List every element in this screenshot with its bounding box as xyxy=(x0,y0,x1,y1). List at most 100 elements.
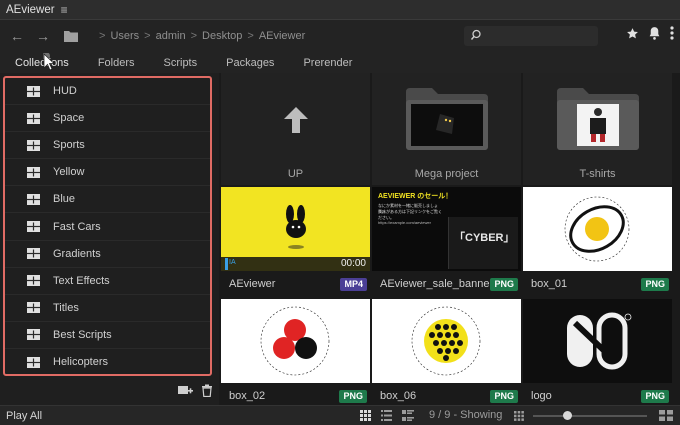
character-thumbnail-icon xyxy=(286,205,306,249)
tab-packages[interactable]: Packages xyxy=(226,57,274,69)
collection-item[interactable]: Blue xyxy=(5,186,210,214)
collection-label: Helicopters xyxy=(53,356,109,369)
asset-caption: box_02 PNG xyxy=(221,385,370,407)
grid-view-icon[interactable] xyxy=(360,410,371,421)
asset-card[interactable]: box_01 PNG xyxy=(523,187,672,297)
collection-item[interactable]: Sports xyxy=(5,132,210,160)
collection-label: Fast Cars xyxy=(53,220,101,233)
up-arrow-icon xyxy=(284,107,308,133)
asset-name: AEviewer xyxy=(229,278,276,290)
tab-prerender[interactable]: Prerender xyxy=(303,57,352,69)
video-thumbnail: IA 00:00 xyxy=(221,187,370,271)
collection-item[interactable]: Yellow xyxy=(5,159,210,187)
hamburger-menu-icon[interactable]: ≡ xyxy=(61,3,68,17)
breadcrumb-separator: > xyxy=(190,30,198,42)
breadcrumb-aeviewer[interactable]: AEviewer xyxy=(259,30,305,42)
tab-scripts[interactable]: Scripts xyxy=(164,57,198,69)
asset-caption: box_06 PNG xyxy=(372,385,521,407)
tab-folders[interactable]: Folders xyxy=(98,57,135,69)
navigation-bar: ← → > Users > admin > Desktop > AEviewer xyxy=(0,20,680,52)
back-icon[interactable]: ← xyxy=(6,25,28,47)
thumbnail-size-slider[interactable] xyxy=(533,411,647,420)
breadcrumb-admin[interactable]: admin xyxy=(156,30,186,42)
search-input[interactable] xyxy=(486,28,594,44)
collection-item[interactable]: Helicopters xyxy=(5,349,210,376)
collection-label: Titles xyxy=(53,301,79,314)
forward-icon[interactable]: → xyxy=(32,25,54,47)
asset-caption: AEviewer_sale_banner PNG xyxy=(372,273,521,295)
collection-folder-icon xyxy=(27,112,40,124)
breadcrumb-users[interactable]: Users xyxy=(110,30,139,42)
trash-icon[interactable] xyxy=(201,384,213,397)
play-all-button[interactable]: Play All xyxy=(6,410,42,422)
collection-item[interactable]: Titles xyxy=(5,295,210,322)
file-type-badge: PNG xyxy=(641,278,669,291)
folder-up-card[interactable]: UP xyxy=(221,73,370,185)
collection-folder-icon xyxy=(27,85,40,97)
folder-name: T-shirts xyxy=(579,168,616,180)
slider-knob[interactable] xyxy=(562,411,572,420)
app-title: AEviewer xyxy=(6,3,55,16)
asset-grid: UP Mega project T-shirts IA 00:00 AEview… xyxy=(220,73,680,405)
breadcrumb-separator: > xyxy=(99,30,106,42)
timeline-marker: IA xyxy=(229,259,236,266)
collections-sidebar: HUD Space Sports Yellow Blue Fast Cars G… xyxy=(0,73,219,405)
more-vertical-icon[interactable] xyxy=(670,26,674,40)
file-type-badge: MP4 xyxy=(340,278,367,291)
collection-item[interactable]: Gradients xyxy=(5,241,210,268)
small-thumbnails-icon[interactable] xyxy=(514,411,524,421)
folder-card[interactable]: Mega project xyxy=(372,73,521,185)
asset-card[interactable]: logo PNG xyxy=(523,299,672,405)
asset-name: box_01 xyxy=(531,278,568,290)
asset-caption: logo PNG xyxy=(523,385,672,407)
breadcrumb: > Users > admin > Desktop > AEviewer xyxy=(94,30,305,42)
star-icon[interactable] xyxy=(626,27,639,40)
collection-label: Blue xyxy=(53,193,76,206)
bell-icon[interactable] xyxy=(648,26,661,40)
status-bar: Play All 9 / 9 - Showing xyxy=(0,405,680,425)
large-thumbnails-icon[interactable] xyxy=(659,410,673,421)
video-duration: 00:00 xyxy=(340,258,366,269)
asset-card[interactable]: IA 00:00 AEviewer MP4 xyxy=(221,187,370,297)
add-collection-icon[interactable] xyxy=(178,384,193,397)
search-box[interactable] xyxy=(464,26,598,46)
asset-card[interactable]: box_06 PNG xyxy=(372,299,521,405)
collection-item[interactable]: HUD xyxy=(5,78,210,106)
asset-card[interactable]: box_02 PNG xyxy=(221,299,370,405)
image-thumbnail xyxy=(372,299,521,383)
folder-icon xyxy=(406,88,488,150)
collection-folder-icon xyxy=(27,248,40,260)
asset-name: box_02 xyxy=(229,390,266,402)
detail-view-icon[interactable] xyxy=(402,410,414,421)
collection-item[interactable]: Fast Cars xyxy=(5,213,210,241)
collection-label: Best Scripts xyxy=(53,328,112,341)
asset-caption: box_01 PNG xyxy=(523,273,672,295)
list-view-icon[interactable] xyxy=(381,410,392,421)
banner-headline: AEVIEWER のセール！ xyxy=(378,193,453,200)
collection-folder-icon xyxy=(27,356,40,368)
collection-label: Yellow xyxy=(53,166,85,179)
red-circles-graphic xyxy=(260,306,330,376)
title-bar: AEviewer ≡ xyxy=(0,0,680,20)
banner-cyber-text: 「CYBER」 xyxy=(454,232,515,244)
collection-item[interactable]: Space xyxy=(5,105,210,133)
folder-card[interactable]: T-shirts xyxy=(523,73,672,185)
asset-card[interactable]: AEVIEWER のセール！ なにか素材を一緒に販売しましょう。 興味がある方は… xyxy=(372,187,521,297)
collection-item[interactable]: Best Scripts xyxy=(5,322,210,349)
asset-name: box_06 xyxy=(380,390,417,402)
collection-list: HUD Space Sports Yellow Blue Fast Cars G… xyxy=(3,76,212,376)
collection-folder-icon xyxy=(27,302,40,314)
breadcrumb-desktop[interactable]: Desktop xyxy=(202,30,242,42)
collection-item[interactable]: Text Effects xyxy=(5,268,210,295)
search-icon xyxy=(470,29,481,40)
folder-icon[interactable] xyxy=(60,25,82,47)
collection-label: Gradients xyxy=(53,247,101,260)
collection-folder-icon xyxy=(27,139,40,151)
tab-collections[interactable]: Collections xyxy=(15,57,69,69)
collection-folder-icon xyxy=(27,275,40,287)
collection-folder-icon xyxy=(27,193,40,205)
banner-url: https://example.com/aeviewer xyxy=(378,220,431,225)
dotted-circle-graphic xyxy=(411,306,481,376)
collection-folder-icon xyxy=(27,166,40,178)
file-type-badge: PNG xyxy=(490,278,518,291)
